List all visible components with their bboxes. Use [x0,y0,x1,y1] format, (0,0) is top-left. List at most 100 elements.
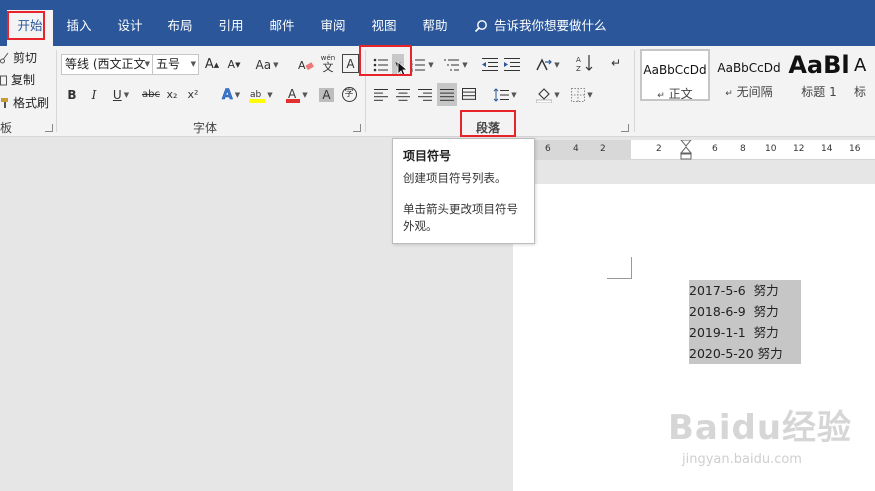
increase-indent-icon [504,57,520,71]
paint-bucket-icon [536,87,553,103]
tab-review[interactable]: 审阅 [318,14,348,38]
format-painter-button[interactable]: 格式刷 [0,94,49,111]
ribbon: 剪切 复制 格式刷 板 等线 (西文正文 ▼ 五号 ▼ A ▲ A ▼ Aa ▼ A wé… [0,46,875,137]
font-color-button[interactable]: A ▼ [284,84,310,105]
tab-mailings[interactable]: 邮件 [267,14,297,38]
align-left-button[interactable] [372,84,390,105]
decrease-indent-icon [482,57,498,71]
font-size-combo[interactable]: 五号 ▼ [152,54,199,75]
text-effects-button[interactable]: A ▼ [218,84,244,105]
character-border-button[interactable]: A [342,54,359,73]
underline-button[interactable]: U ▼ [108,84,134,105]
style-sample: AaBbCcDd [717,61,781,75]
font-name-combo[interactable]: 等线 (西文正文 ▼ [61,54,153,75]
phonetic-guide-button[interactable]: wén 文 [319,52,337,73]
clipboard-dialog-launcher[interactable] [45,124,53,132]
align-center-button[interactable] [394,84,412,105]
change-case-button[interactable]: Aa ▼ [254,54,280,75]
margin-corner-mark [607,278,632,279]
superscript-button[interactable]: x² [185,84,201,105]
ruler-number: 2 [600,144,606,154]
document-line[interactable]: 2019-1-1 努力 [689,322,801,343]
font-size-value: 五号 [156,57,181,71]
document-line[interactable]: 2020-5-20 努力 [689,343,801,364]
tab-design[interactable]: 设计 [115,14,145,38]
style-name: 标 [854,85,867,99]
chinese-layout-icon [536,57,553,70]
style-sample: AaBl [788,51,850,79]
character-shading-button[interactable]: A [318,84,335,105]
chevron-down-icon: ▼ [511,90,517,99]
phonetic-char: 文 [322,60,334,74]
document-line[interactable]: 2018-6-9 努力 [689,301,801,322]
borders-icon [571,87,586,102]
tab-view[interactable]: 视图 [369,14,399,38]
bold-button[interactable]: B [64,84,80,105]
chinese-layout-button[interactable]: ▼ [533,54,563,75]
group-separator [634,50,635,132]
enclose-characters-button[interactable]: 字 [340,84,358,105]
tab-references[interactable]: 引用 [216,14,246,38]
ribbon-tab-bar: 开始 插入 设计 布局 引用 邮件 审阅 视图 帮助 告诉我你想要做什么 [0,0,875,46]
show-formatting-marks-button[interactable]: ↵ [607,52,625,73]
tab-insert[interactable]: 插入 [64,14,94,38]
tab-layout[interactable]: 布局 [165,14,195,38]
cut-button[interactable]: 剪切 [0,49,37,66]
tab-home[interactable]: 开始 [7,10,53,46]
highlight-color-button[interactable]: ab ▼ [248,84,274,105]
bulleted-list-icon [373,58,388,71]
increase-indent-button[interactable] [502,54,522,75]
eraser-icon: A [298,59,314,72]
svg-text:Z: Z [576,65,581,72]
svg-text:A: A [576,56,581,64]
shrink-font-button[interactable]: A ▼ [226,54,242,75]
align-right-button[interactable] [416,84,434,105]
tell-me-text: 告诉我你想要做什么 [494,18,607,33]
paragraph-shading-button[interactable]: ▼ [533,84,563,105]
justify-icon [440,88,454,101]
multilevel-list-button[interactable]: ▼ [442,54,470,75]
style-heading-1[interactable]: AaBl 标题 1 [788,49,850,101]
sort-button[interactable]: AZ [575,52,595,73]
tab-help[interactable]: 帮助 [420,14,450,38]
justify-button[interactable] [437,83,457,106]
baidu-watermark-url: jingyan.baidu.com [682,452,802,467]
font-color-icon: A [286,87,301,103]
style-normal[interactable]: AaBbCcDd ↵ 正文 [640,49,710,101]
line-spacing-button[interactable]: ▼ [490,84,520,105]
style-heading-2[interactable]: A 标 [854,49,875,101]
tooltip-description: 创建项目符号列表。 [403,171,507,185]
document-line[interactable]: 2017-5-6 努力 [689,280,801,301]
ruler-number: 6 [712,144,718,154]
ruler-number: 10 [765,144,777,154]
ruler-number: 6 [545,144,551,154]
sort-az-icon: AZ [576,54,593,72]
indent-marker-icon[interactable] [680,140,692,160]
svg-text:ab: ab [250,90,262,100]
ruler-number: 2 [656,144,662,154]
decrease-indent-button[interactable] [480,54,500,75]
paragraph-dialog-launcher[interactable] [621,124,629,132]
italic-button[interactable]: I [86,84,102,105]
grow-font-button[interactable]: A ▲ [204,54,220,75]
text-effects-icon: A [221,86,233,103]
numbering-button[interactable]: 1 2 3 ▼ [408,54,436,75]
change-case-label: Aa [255,57,272,72]
chevron-down-icon: ▼ [144,60,150,68]
borders-button[interactable]: ▼ [567,84,597,105]
chevron-down-icon: ▼ [554,90,560,99]
distributed-button[interactable] [460,84,478,105]
copy-icon [0,75,7,85]
style-no-spacing[interactable]: AaBbCcDd ↵ 无间隔 [714,49,784,101]
tell-me-box[interactable]: 告诉我你想要做什么 [474,14,607,38]
align-right-icon [418,88,432,101]
ruler-number: 12 [793,144,805,154]
font-dialog-launcher[interactable] [353,124,361,132]
shading-icon: A [319,87,334,102]
clear-formatting-button[interactable]: A [297,54,315,75]
copy-button[interactable]: 复制 [0,71,35,88]
pilcrow-icon: ↵ [610,55,622,70]
bullets-button[interactable] [370,54,392,75]
subscript-button[interactable]: x₂ [164,84,180,105]
strikethrough-button[interactable]: abc [140,84,162,105]
